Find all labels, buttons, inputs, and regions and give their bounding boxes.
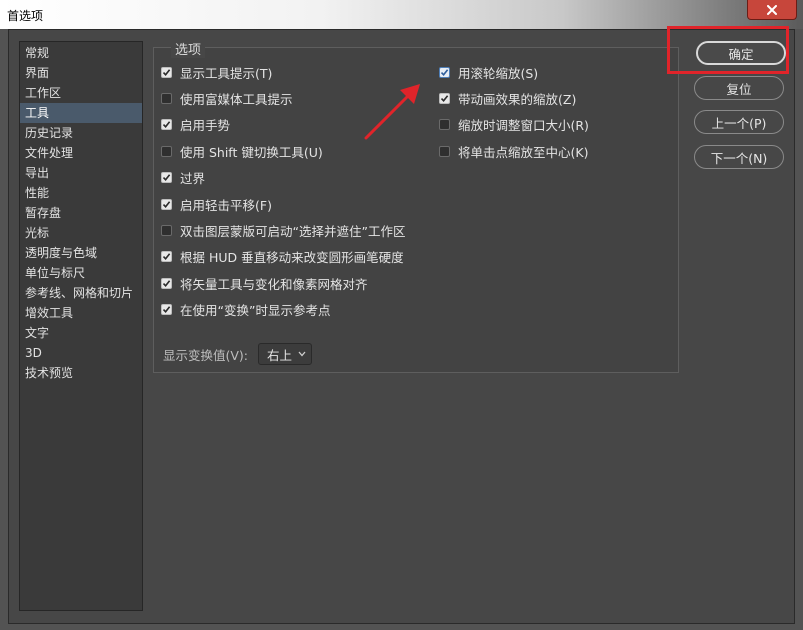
checkbox-unchecked-icon[interactable] (161, 92, 172, 104)
close-icon (767, 4, 777, 15)
option-label: 缩放时调整窗口大小(R) (458, 118, 589, 134)
sidebar-item[interactable]: 技术预览 (20, 363, 142, 383)
transform-values-row: 显示变换值(V): 右上 (163, 343, 313, 365)
transform-values-select[interactable]: 右上 (258, 343, 313, 365)
sidebar-item[interactable]: 光标 (20, 223, 142, 243)
chevron-down-icon (298, 351, 306, 357)
previous-button-label: 上一个(P) (711, 115, 767, 131)
checkbox-checked-icon[interactable] (161, 304, 172, 316)
option-label: 将单击点缩放至中心(K) (458, 144, 589, 160)
option-label: 启用手势 (180, 118, 231, 134)
checkbox-checked-icon[interactable] (439, 92, 450, 104)
option-checkbox-row[interactable]: 启用轻击平移(F) (161, 195, 272, 213)
sidebar-item[interactable]: 界面 (20, 63, 142, 83)
checkbox-unchecked-icon[interactable] (439, 119, 450, 131)
checkbox-checked-icon[interactable] (161, 172, 172, 184)
sidebar-item[interactable]: 文字 (20, 323, 142, 343)
option-checkbox-row[interactable]: 将矢量工具与变化和像素网格对齐 (161, 274, 368, 292)
window-title: 首选项 (7, 9, 44, 23)
sidebar-item[interactable]: 透明度与色域 (20, 243, 142, 263)
next-button-label: 下一个(N) (710, 150, 768, 166)
sidebar-item[interactable]: 工作区 (20, 83, 142, 103)
option-label: 使用富媒体工具提示 (180, 91, 293, 107)
option-checkbox-row[interactable]: 双击图层蒙版可启动“选择并遮住”工作区 (161, 221, 405, 239)
option-label: 启用轻击平移(F) (180, 197, 272, 213)
reset-button[interactable]: 复位 (694, 76, 784, 100)
sidebar-item[interactable]: 常规 (20, 43, 142, 63)
checkbox-unchecked-icon[interactable] (439, 145, 450, 157)
option-checkbox-row[interactable]: 使用 Shift 键切换工具(U) (161, 142, 323, 160)
sidebar-item[interactable]: 工具 (20, 103, 142, 123)
checkbox-checked-icon[interactable] (161, 66, 172, 78)
option-checkbox-row[interactable]: 显示工具提示(T) (161, 63, 272, 81)
option-checkbox-row[interactable]: 过界 (161, 169, 205, 187)
sidebar-item[interactable]: 参考线、网格和切片 (20, 283, 142, 303)
sidebar-item[interactable]: 单位与标尺 (20, 263, 142, 283)
option-label: 在使用“变换”时显示参考点 (180, 303, 331, 319)
option-label: 将矢量工具与变化和像素网格对齐 (180, 276, 368, 292)
red-arrow-annotation (364, 84, 420, 140)
reset-button-label: 复位 (726, 81, 752, 97)
close-button[interactable] (747, 0, 797, 20)
option-label: 使用 Shift 键切换工具(U) (180, 144, 323, 160)
sidebar-item[interactable]: 性能 (20, 183, 142, 203)
option-checkbox-row[interactable]: 缩放时调整窗口大小(R) (439, 116, 589, 134)
sidebar-item[interactable]: 历史记录 (20, 123, 142, 143)
option-label: 双击图层蒙版可启动“选择并遮住”工作区 (180, 223, 406, 239)
option-checkbox-row[interactable]: 带动画效果的缩放(Z) (439, 89, 576, 107)
checkbox-checked-icon[interactable] (439, 66, 450, 78)
previous-button[interactable]: 上一个(P) (694, 110, 784, 134)
checkbox-checked-icon[interactable] (161, 119, 172, 131)
sidebar-item[interactable]: 增效工具 (20, 303, 142, 323)
transform-values-selected: 右上 (267, 347, 293, 363)
sidebar-item[interactable]: 文件处理 (20, 143, 142, 163)
option-checkbox-row[interactable]: 在使用“变换”时显示参考点 (161, 301, 330, 319)
sidebar-item[interactable]: 暂存盘 (20, 203, 142, 223)
options-legend: 选项 (171, 39, 206, 58)
title-bar: 首选项 (0, 0, 803, 29)
option-checkbox-row[interactable]: 根据 HUD 垂直移动来改变圆形画笔硬度 (161, 248, 404, 266)
option-checkbox-row[interactable]: 使用富媒体工具提示 (161, 89, 293, 107)
sidebar-item[interactable]: 3D (20, 343, 142, 363)
checkbox-checked-icon[interactable] (161, 251, 172, 263)
checkbox-checked-icon[interactable] (161, 198, 172, 210)
option-label: 用滚轮缩放(S) (458, 65, 539, 81)
option-label: 根据 HUD 垂直移动来改变圆形画笔硬度 (180, 250, 404, 266)
option-label: 过界 (180, 171, 206, 187)
option-checkbox-row[interactable]: 将单击点缩放至中心(K) (439, 142, 588, 160)
option-checkbox-row[interactable]: 启用手势 (161, 116, 230, 134)
checkbox-unchecked-icon[interactable] (161, 224, 172, 236)
checkbox-checked-icon[interactable] (161, 277, 172, 289)
option-checkbox-row[interactable]: 用滚轮缩放(S) (439, 63, 538, 81)
next-button[interactable]: 下一个(N) (694, 145, 784, 169)
preferences-dialog: 首选项 常规 界面 工作区 工具 历史记录 文件处理 导出 性能 暂存盘 光标 透明度与色域 单位与标… (0, 0, 803, 630)
category-sidebar: 常规 界面 工作区 工具 历史记录 文件处理 导出 性能 暂存盘 光标 透明度与色域 单位与标尺 参考线… (19, 41, 143, 611)
transform-values-label: 显示变换值(V): (163, 347, 249, 363)
ok-highlight-box (667, 26, 789, 74)
checkbox-unchecked-icon[interactable] (161, 145, 172, 157)
sidebar-item[interactable]: 导出 (20, 163, 142, 183)
option-label: 带动画效果的缩放(Z) (458, 91, 577, 107)
option-label: 显示工具提示(T) (180, 65, 273, 81)
